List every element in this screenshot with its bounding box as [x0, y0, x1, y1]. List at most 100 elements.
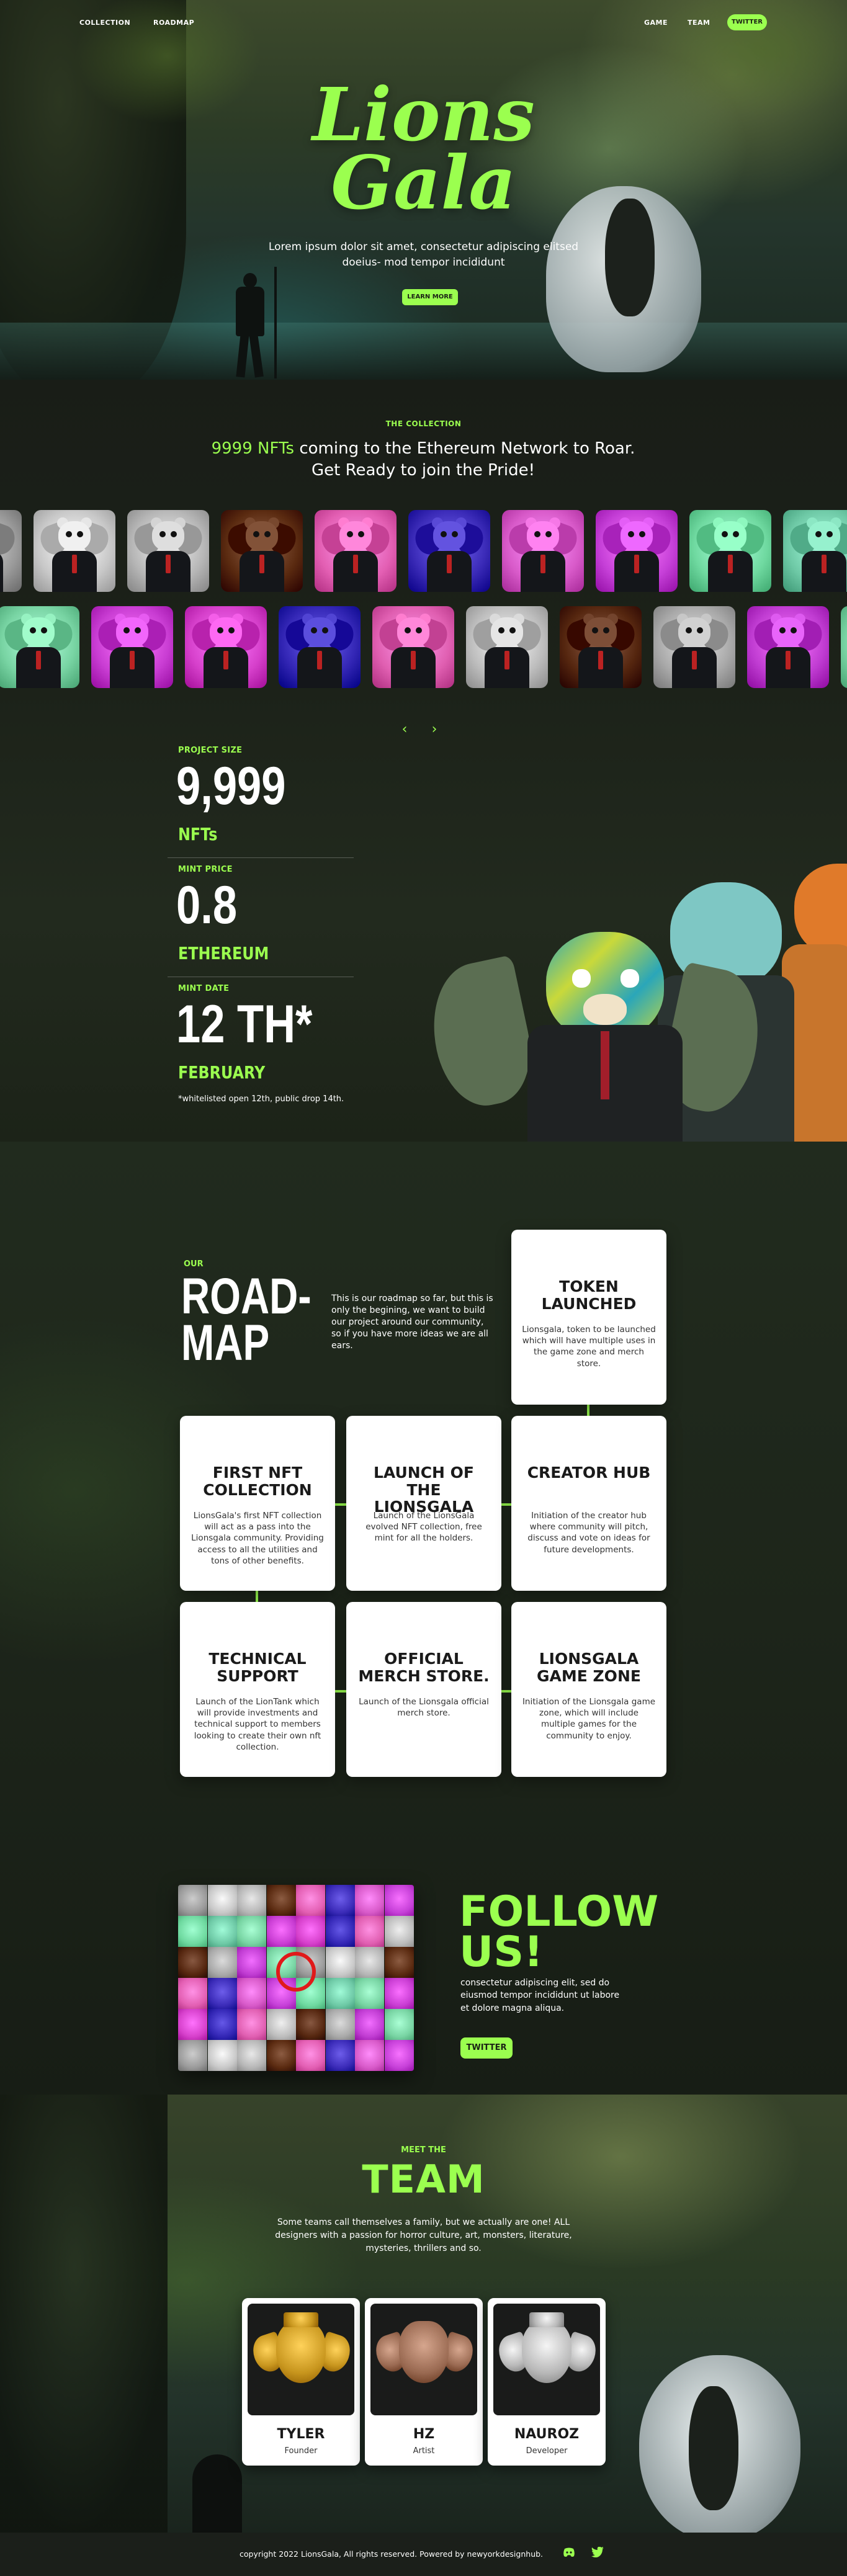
collection-heading-highlight: 9999 NFTs	[211, 439, 295, 458]
nft-row	[0, 510, 847, 592]
nav-team[interactable]: TEAM	[688, 19, 710, 27]
nft-card[interactable]	[185, 606, 267, 688]
card-text: Launch of the LionTank which will provid…	[194, 1697, 321, 1752]
page: COLLECTION ROADMAP GAME TEAM TWITTER Lio…	[0, 0, 847, 2576]
follow-title-line1: FOLLOW	[459, 1887, 659, 1936]
collage-highlight-ring	[276, 1952, 316, 1992]
collage-tile	[207, 1947, 237, 1982]
card-title: TECHNICAL SUPPORT	[208, 1650, 307, 1685]
collage-tile	[384, 2040, 414, 2071]
follow-text: consectetur adipiscing elit, sed do eius…	[460, 1978, 620, 2013]
nft-collage-image	[178, 1885, 414, 2071]
roadmap-card-token: TOKEN LAUNCHED Lionsgala, token to be la…	[511, 1230, 666, 1405]
nft-card[interactable]	[279, 606, 361, 688]
hero-water	[0, 323, 847, 380]
collage-tile	[237, 1916, 266, 1951]
collage-tile	[296, 1916, 325, 1951]
team-member-card: HZ Artist	[365, 2298, 483, 2466]
divider	[168, 857, 354, 858]
stat-value: 9,999	[176, 756, 286, 816]
follow-twitter-button[interactable]: TWITTER	[460, 2037, 513, 2059]
collage-tile	[266, 2040, 296, 2071]
nft-card[interactable]	[783, 510, 847, 592]
discord-icon[interactable]	[561, 2546, 577, 2562]
roadmap-title: ROAD- MAP	[181, 1268, 311, 1372]
connector	[256, 1590, 258, 1602]
collage-tile	[237, 2009, 266, 2044]
nft-card[interactable]	[127, 510, 209, 592]
carousel-prev-arrow[interactable]: ‹	[396, 722, 413, 737]
footer-copyright: copyright 2022 LionsGala, All rights res…	[240, 2549, 544, 2559]
nav-collection[interactable]: COLLECTION	[79, 19, 130, 27]
collection-eyebrow: THE COLLECTION	[385, 419, 462, 428]
roadmap-section: OUR ROAD- MAP This is our roadmap so far…	[0, 1142, 847, 2095]
collage-tile	[207, 1978, 237, 2013]
connector	[335, 1690, 346, 1693]
collage-tile	[355, 2040, 384, 2071]
nft-card[interactable]	[91, 606, 173, 688]
nft-row	[0, 606, 847, 688]
collage-tile	[384, 2009, 414, 2044]
stat-value: 0.8	[176, 875, 238, 935]
team-section: MEET THE TEAM Some teams call themselves…	[0, 2095, 847, 2533]
lion-crest-avatar	[248, 2304, 354, 2415]
collage-tile	[355, 1947, 384, 1982]
collage-tile	[384, 1978, 414, 2013]
collage-tile	[207, 2009, 237, 2044]
card-text: Launch of the LionsGala evolved NFT coll…	[365, 1511, 482, 1544]
nft-card[interactable]	[502, 510, 584, 592]
nav-twitter-button[interactable]: TWITTER	[727, 14, 767, 30]
collage-tile	[237, 1947, 266, 1982]
collage-tile	[384, 1885, 414, 1920]
collage-tile	[237, 2040, 266, 2071]
twitter-icon[interactable]	[589, 2546, 606, 2562]
nft-card[interactable]	[841, 606, 847, 688]
roadmap-card-first-nft: FIRST NFT COLLECTION LionsGala's first N…	[180, 1416, 335, 1591]
collage-tile	[266, 1916, 296, 1951]
nft-card[interactable]	[0, 606, 79, 688]
collection-heading-line2: Get Ready to join the Pride!	[311, 461, 536, 480]
nft-card[interactable]	[596, 510, 678, 592]
team-text: Some teams call themselves a family, but…	[275, 2217, 572, 2253]
lion-crest-avatar	[493, 2304, 600, 2415]
nft-card[interactable]	[466, 606, 548, 688]
team-eyebrow: MEET THE	[401, 2145, 446, 2155]
nft-card[interactable]	[315, 510, 397, 592]
nft-card[interactable]	[34, 510, 115, 592]
learn-more-button[interactable]: LEARN MORE	[402, 289, 458, 305]
collage-tile	[266, 2009, 296, 2044]
member-role: Artist	[413, 2446, 435, 2456]
collage-tile	[325, 1978, 355, 2013]
nft-card[interactable]	[747, 606, 829, 688]
nft-card[interactable]	[372, 606, 454, 688]
roadmap-card-merch: OFFICIAL MERCH STORE. Launch of the Lion…	[346, 1602, 501, 1777]
nft-card[interactable]	[221, 510, 303, 592]
collage-tile	[207, 1916, 237, 1951]
collage-tile	[178, 1947, 207, 1982]
carousel-next-arrow[interactable]: ›	[426, 722, 443, 737]
collage-tile	[325, 1885, 355, 1920]
collage-tile	[325, 1947, 355, 1982]
follow-title: FOLLOW US!	[459, 1887, 659, 1973]
stat-label: MINT DATE	[178, 984, 230, 993]
collage-tile	[355, 1916, 384, 1951]
mascot-illustration	[420, 839, 847, 1142]
nft-card[interactable]	[689, 510, 771, 592]
card-title: OFFICIAL MERCH STORE.	[358, 1650, 490, 1685]
hero-egg-crack	[605, 199, 655, 316]
member-role: Founder	[284, 2446, 318, 2456]
nav-game[interactable]: GAME	[644, 19, 668, 27]
roadmap-card-technical-support: TECHNICAL SUPPORT Launch of the LionTank…	[180, 1602, 335, 1777]
collage-tile	[355, 1885, 384, 1920]
nft-card[interactable]	[408, 510, 490, 592]
nft-card[interactable]	[560, 606, 642, 688]
member-role: Developer	[526, 2446, 568, 2456]
nft-card[interactable]	[0, 510, 22, 592]
collage-tile	[266, 1885, 296, 1920]
collection-heading-rest: coming to the Ethereum Network to Roar.	[294, 439, 635, 458]
nav-roadmap[interactable]: ROADMAP	[153, 19, 194, 27]
stat-label: PROJECT SIZE	[178, 746, 243, 755]
nft-card[interactable]	[653, 606, 735, 688]
footer: copyright 2022 LionsGala, All rights res…	[0, 2533, 847, 2576]
lion-crest-avatar	[370, 2304, 477, 2415]
